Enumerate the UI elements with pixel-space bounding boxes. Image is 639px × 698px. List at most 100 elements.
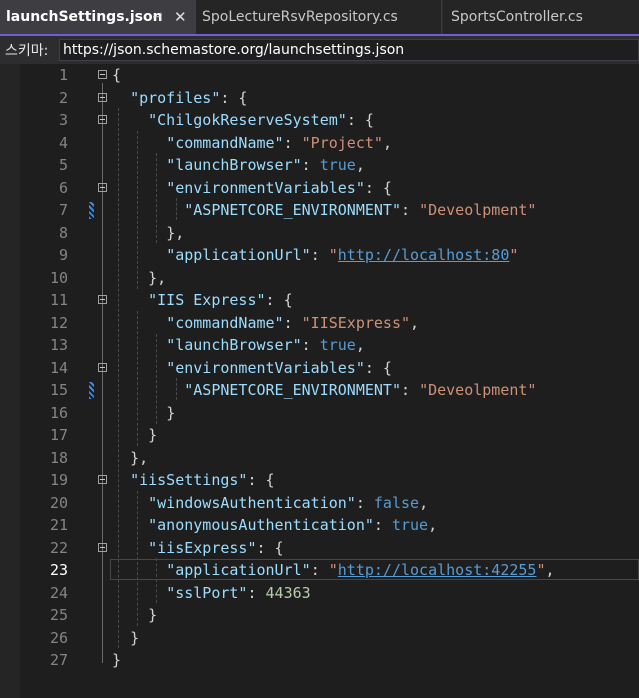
- code-line: 11 "IIS Express": {: [0, 289, 639, 312]
- line-number: 25: [49, 606, 68, 624]
- code-line: 10 },: [0, 267, 639, 290]
- code-text: "environmentVariables": {: [166, 178, 392, 197]
- code-line: 21 "anonymousAuthentication": true,: [0, 514, 639, 537]
- line-number: 8: [58, 223, 68, 242]
- code-text: "launchBrowser": true,: [166, 336, 365, 354]
- code-text: }: [148, 606, 158, 624]
- code-text: "profiles": {: [130, 88, 248, 107]
- code-text: "iisSettings": {: [130, 471, 275, 489]
- code-text: "anonymousAuthentication": true,: [148, 516, 438, 534]
- code-line: 15 "ASPNETCORE_ENVIRONMENT": "Deveolpmen…: [0, 379, 639, 402]
- code-text: "applicationUrl": "http://localhost:80": [166, 246, 519, 264]
- code-line: 18 },: [0, 447, 639, 470]
- change-marker-icon: [89, 382, 94, 399]
- url-link[interactable]: http://localhost:42255: [338, 561, 537, 579]
- code-text: }: [112, 651, 122, 669]
- code-line: 20 "windowsAuthentication": false,: [0, 492, 639, 515]
- tab-label: SpoLectureRsvRepository.cs: [202, 9, 398, 25]
- code-line: 7 "ASPNETCORE_ENVIRONMENT": "Deveolpment…: [0, 199, 639, 222]
- line-number: 11: [49, 291, 68, 309]
- collapse-icon[interactable]: [98, 115, 107, 124]
- schema-url-input[interactable]: https://json.schemastore.org/launchsetti…: [59, 39, 639, 61]
- code-line: 14 "environmentVariables": {: [0, 357, 639, 380]
- code-line: 2 "profiles": {: [0, 87, 639, 110]
- code-text: "windowsAuthentication": false,: [148, 493, 429, 512]
- line-number: 16: [49, 403, 68, 422]
- code-editor[interactable]: 1 { 2 "profiles": { 3 "ChilgokReserveSys…: [0, 64, 639, 698]
- url-link[interactable]: http://localhost:80: [338, 246, 510, 264]
- code-text: "IIS Express": {: [148, 291, 293, 309]
- code-line: 1 {: [0, 64, 639, 87]
- line-number: 26: [49, 628, 68, 647]
- line-number: 20: [49, 493, 68, 512]
- code-text: },: [148, 268, 167, 287]
- code-text: "ASPNETCORE_ENVIRONMENT": "Deveolpment": [184, 201, 537, 219]
- code-text: "commandName": "Project",: [166, 133, 392, 152]
- line-number: 18: [49, 448, 68, 467]
- line-number: 1: [58, 66, 68, 84]
- line-number: 13: [49, 336, 68, 354]
- collapse-icon[interactable]: [98, 70, 107, 79]
- code-line: 25 }: [0, 604, 639, 627]
- close-icon[interactable]: ✕: [174, 0, 187, 34]
- code-line: 12 "commandName": "IISExpress",: [0, 312, 639, 335]
- line-number: 10: [49, 268, 68, 287]
- line-number: 7: [58, 201, 68, 219]
- code-text: "environmentVariables": {: [166, 358, 392, 377]
- code-line: 27 }: [0, 649, 639, 672]
- line-number: 2: [58, 88, 68, 107]
- line-number: 6: [58, 178, 68, 197]
- pin-icon[interactable]: ⊣: [152, 0, 162, 34]
- code-text: "sslPort": 44363: [166, 583, 311, 602]
- collapse-icon[interactable]: [98, 295, 107, 304]
- code-text: "ASPNETCORE_ENVIRONMENT": "Deveolpment": [184, 381, 537, 399]
- collapse-icon[interactable]: [98, 542, 107, 552]
- code-text: }: [148, 426, 158, 444]
- change-marker-icon: [89, 202, 94, 219]
- line-number: 19: [49, 471, 68, 489]
- tab-label: launchSettings.json: [6, 9, 163, 25]
- line-number: 17: [49, 426, 68, 444]
- line-number: 27: [49, 651, 68, 669]
- line-number: 22: [49, 538, 68, 557]
- code-line: 13 "launchBrowser": true,: [0, 334, 639, 357]
- line-number: 4: [58, 133, 68, 152]
- line-number: 23: [49, 561, 68, 579]
- schema-label: 스키마:: [5, 43, 49, 59]
- code-line: 17 }: [0, 424, 639, 447]
- code-text: }: [130, 628, 140, 647]
- line-number: 9: [58, 246, 68, 264]
- line-number: 14: [49, 358, 68, 377]
- code-text: "launchBrowser": true,: [166, 156, 365, 174]
- collapse-icon[interactable]: [98, 362, 107, 372]
- tab-spolecturersvrepository[interactable]: SpoLectureRsvRepository.cs: [196, 0, 442, 34]
- code-line: 9 "applicationUrl": "http://localhost:80…: [0, 244, 639, 267]
- collapse-icon[interactable]: [98, 92, 107, 102]
- code-line: 26 }: [0, 627, 639, 650]
- line-number: 3: [58, 111, 68, 129]
- line-number: 24: [49, 583, 68, 602]
- line-number: 15: [49, 381, 68, 399]
- code-line: 3 "ChilgokReserveSystem": {: [0, 109, 639, 132]
- code-line: 19 "iisSettings": {: [0, 469, 639, 492]
- code-text: {: [112, 66, 122, 84]
- code-line: 8 },: [0, 222, 639, 245]
- tab-bar: launchSettings.json ⊣ ✕ SpoLectureRsvRep…: [0, 0, 639, 36]
- code-text: "applicationUrl": "http://localhost:4225…: [166, 561, 555, 579]
- line-number: 12: [49, 313, 68, 332]
- code-text: },: [166, 223, 185, 242]
- collapse-icon[interactable]: [98, 182, 107, 192]
- line-number: 21: [49, 516, 68, 534]
- code-line: 5 "launchBrowser": true,: [0, 154, 639, 177]
- code-text: "ChilgokReserveSystem": {: [148, 111, 374, 129]
- tab-launchsettings[interactable]: launchSettings.json ⊣ ✕: [0, 0, 196, 34]
- tab-sportscontroller[interactable]: SportsController.cs: [443, 0, 639, 34]
- line-number: 5: [58, 156, 68, 174]
- code-text: }: [166, 403, 176, 422]
- code-text: "commandName": "IISExpress",: [166, 313, 420, 332]
- code-line: 22 "iisExpress": {: [0, 537, 639, 560]
- collapse-icon[interactable]: [98, 475, 107, 484]
- code-text: },: [130, 448, 149, 467]
- code-line-current: 23 "applicationUrl": "http://localhost:4…: [0, 559, 639, 582]
- code-line: 16 }: [0, 402, 639, 425]
